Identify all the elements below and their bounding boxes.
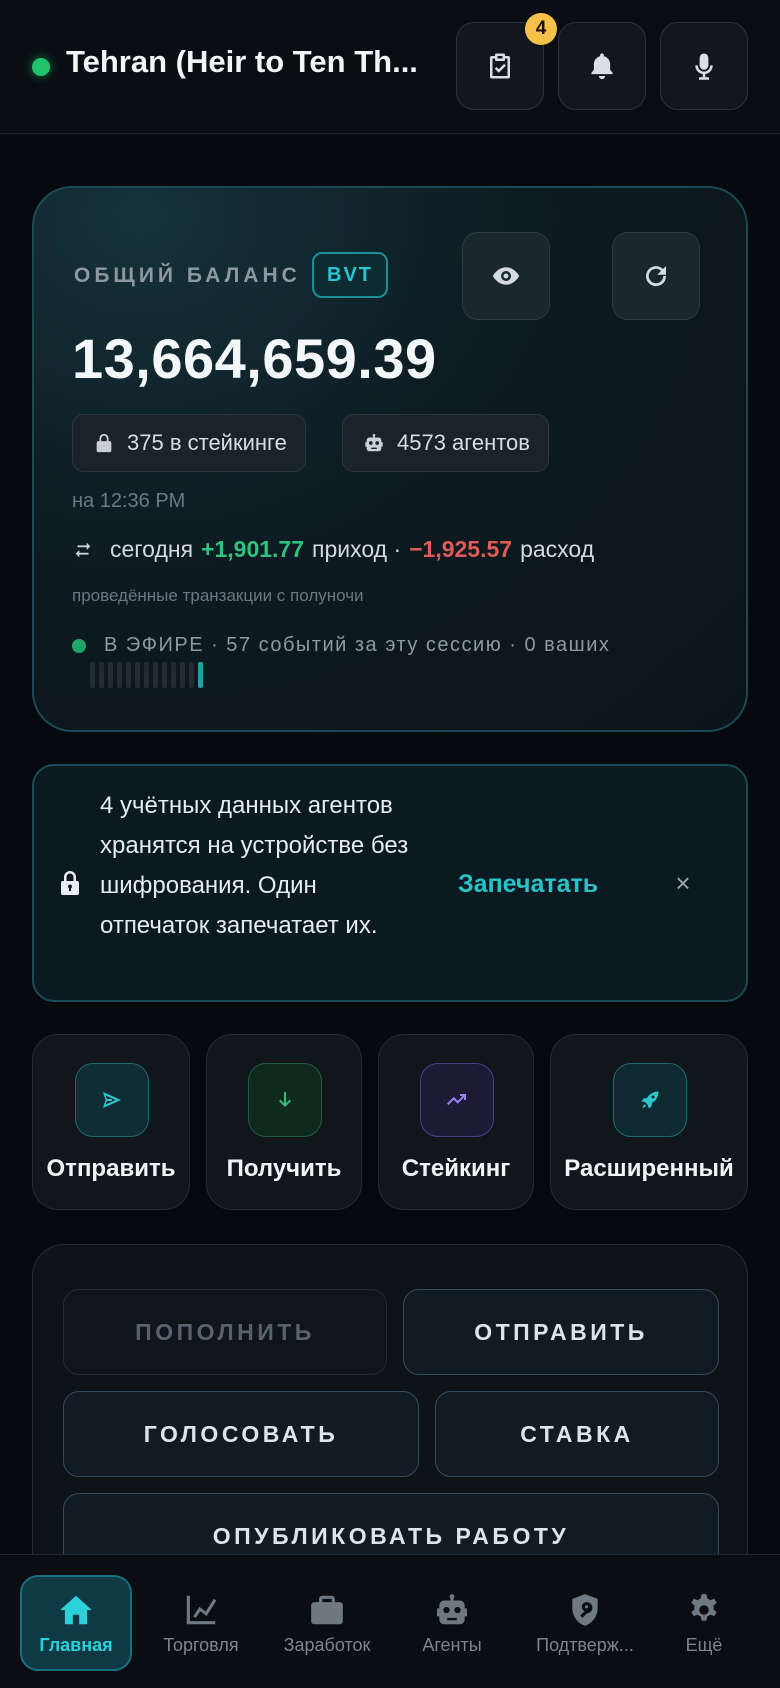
- live-status: В ЭФИРЕ · 57 событий за эту сессию · 0 в…: [72, 634, 610, 657]
- today-summary: сегодня +1,901.77 приход · −1,925.57 рас…: [72, 536, 594, 563]
- nav-more-label: Ещё: [685, 1634, 723, 1655]
- rocket-icon: [613, 1063, 687, 1137]
- vote-button[interactable]: ГОЛОСОВАТЬ: [63, 1391, 419, 1477]
- bottom-navigation: Главная Торговля Заработок Агенты Подтве…: [0, 1554, 780, 1688]
- tasks-count-badge: 4: [525, 13, 557, 45]
- nav-agents-label: Агенты: [422, 1634, 482, 1655]
- receive-tile[interactable]: Получить: [206, 1034, 362, 1210]
- chart-line-icon: [186, 1595, 217, 1624]
- nav-trade[interactable]: Торговля: [145, 1575, 257, 1671]
- today-label: сегодня: [110, 536, 194, 562]
- agents-chip-label: 4573 агентов: [397, 430, 530, 455]
- nav-verify-label: Подтверж...: [536, 1634, 634, 1655]
- nav-trade-label: Торговля: [163, 1634, 239, 1655]
- toggle-visibility-button[interactable]: [462, 232, 550, 320]
- advanced-tile-label: Расширенный: [564, 1155, 734, 1182]
- online-status-indicator: [32, 58, 50, 76]
- wallet-title[interactable]: Tehran (Heir to Ten Th...: [66, 44, 446, 80]
- refresh-icon: [646, 266, 667, 287]
- briefcase-icon: [311, 1595, 343, 1624]
- staking-chip[interactable]: 375 в стейкинге: [72, 414, 306, 472]
- stake-button[interactable]: СТАВКА: [435, 1391, 719, 1477]
- nav-more[interactable]: Ещё: [648, 1575, 760, 1671]
- activity-bar: [189, 662, 194, 688]
- currency-badge: BVT: [312, 252, 388, 298]
- agents-chip[interactable]: 4573 агентов: [342, 414, 549, 472]
- activity-bar-active: [198, 662, 203, 688]
- advanced-tile[interactable]: Расширенный: [550, 1034, 748, 1210]
- lock-icon: [58, 870, 82, 896]
- operations-panel: ПОПОЛНИТЬ ОТПРАВИТЬ ГОЛОСОВАТЬ СТАВКА ОП…: [32, 1244, 748, 1579]
- top-bar: Tehran (Heir to Ten Th... 4: [0, 0, 780, 134]
- expense-label: расход: [520, 536, 595, 562]
- live-status-text: В ЭФИРЕ · 57 событий за эту сессию · 0 в…: [104, 634, 611, 656]
- balance-amount: 13,664,659.39: [72, 327, 437, 390]
- home-icon: [60, 1595, 92, 1624]
- activity-bar: [180, 662, 185, 688]
- robot-icon: [436, 1593, 468, 1624]
- receive-tile-label: Получить: [226, 1155, 342, 1182]
- trending-up-icon: [420, 1063, 494, 1137]
- income-label: приход ·: [312, 536, 402, 562]
- shield-key-icon: [572, 1593, 598, 1626]
- activity-bar: [135, 662, 140, 688]
- total-balance-label: ОБЩИЙ БАЛАНС: [74, 264, 301, 287]
- lock-icon: [96, 433, 112, 453]
- notifications-button[interactable]: [558, 22, 646, 110]
- tasks-button[interactable]: 4: [456, 13, 557, 110]
- expense-amount: −1,925.57: [409, 536, 513, 562]
- send-tile[interactable]: Отправить: [32, 1034, 190, 1210]
- transfer-arrows-icon: [75, 542, 91, 557]
- activity-bar: [153, 662, 158, 688]
- bell-icon: [591, 53, 613, 80]
- activity-bar: [90, 662, 95, 688]
- credentials-warning-banner: 4 учётных данных агентов хранятся на уст…: [32, 764, 748, 1002]
- live-indicator-dot: [72, 638, 86, 653]
- send-icon: [75, 1063, 149, 1137]
- income-amount: +1,901.77: [201, 536, 305, 562]
- nav-earn-label: Заработок: [283, 1634, 371, 1655]
- voice-button[interactable]: [660, 22, 748, 110]
- activity-sparkline: [90, 662, 203, 688]
- activity-bar: [162, 662, 167, 688]
- balance-timestamp: на 12:36 PM: [72, 490, 186, 512]
- nav-agents[interactable]: Агенты: [396, 1575, 508, 1671]
- send-button[interactable]: ОТПРАВИТЬ: [403, 1289, 719, 1375]
- refresh-button[interactable]: [612, 232, 700, 320]
- nav-verify[interactable]: Подтверж...: [522, 1575, 648, 1671]
- receive-icon: [248, 1063, 322, 1137]
- activity-bar: [171, 662, 176, 688]
- activity-bar: [117, 662, 122, 688]
- staking-tile[interactable]: Стейкинг: [378, 1034, 534, 1210]
- staking-chip-label: 375 в стейкинге: [127, 430, 287, 455]
- activity-bar: [126, 662, 131, 688]
- gear-icon: [691, 1593, 717, 1621]
- warning-text: 4 учётных данных агентов хранятся на уст…: [100, 792, 409, 939]
- close-icon[interactable]: ×: [670, 870, 696, 896]
- topup-button[interactable]: ПОПОЛНИТЬ: [63, 1289, 387, 1375]
- robot-icon: [365, 433, 383, 452]
- nav-earn[interactable]: Заработок: [271, 1575, 383, 1671]
- nav-home-label: Главная: [39, 1634, 113, 1655]
- seal-button[interactable]: Запечатать: [458, 870, 598, 899]
- activity-bar: [144, 662, 149, 688]
- balance-card: ОБЩИЙ БАЛАНС BVT 13,664,659.39 375 в сте…: [32, 186, 748, 732]
- microphone-icon: [695, 53, 713, 80]
- send-tile-label: Отправить: [46, 1155, 176, 1182]
- today-note: проведённые транзакции с полуночи: [72, 586, 364, 605]
- clipboard-check-icon: [490, 53, 510, 79]
- eye-icon: [492, 267, 520, 285]
- nav-home[interactable]: Главная: [20, 1575, 132, 1671]
- activity-bar: [99, 662, 104, 688]
- staking-tile-label: Стейкинг: [401, 1155, 511, 1182]
- activity-bar: [108, 662, 113, 688]
